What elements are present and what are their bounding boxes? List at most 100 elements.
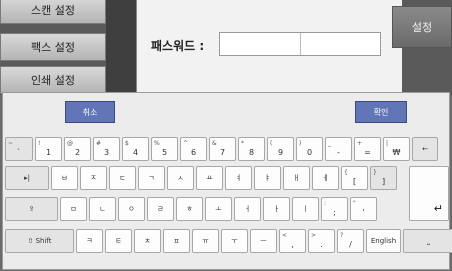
on-screen-keyboard: 취소 확인 ~ `! 1 @2 #3 $4% 5 ^ 6 & 7 * 8(9) 0 _ - + = | ₩ ← ▸| ㅂㅈ… <box>2 92 452 270</box>
key-c[interactable]: ㅊ <box>134 229 161 253</box>
key-j[interactable]: ㅓ <box>234 197 261 221</box>
key-6[interactable]: ^ 6 <box>180 137 207 161</box>
key-shift-label: > <box>311 232 317 239</box>
key-label: ㅣ <box>302 205 309 213</box>
key-s[interactable]: ㄴ <box>89 197 116 221</box>
key-label: ㅐ <box>293 174 300 182</box>
key-shift-label: } <box>373 169 377 176</box>
key-shift-label: @ <box>67 140 73 147</box>
enter-key[interactable]: ↵ <box>409 166 449 221</box>
key-label: ' <box>362 208 365 217</box>
key-v[interactable]: ㅍ <box>163 229 190 253</box>
key-label: ⇧ Shift <box>27 237 52 245</box>
key-shift-label: + <box>357 140 363 147</box>
key-won[interactable]: | ₩ <box>383 137 410 161</box>
key-label: 6 <box>190 148 197 157</box>
key-r[interactable]: ㄱ <box>138 166 165 190</box>
key-backquote[interactable]: ~ ` <box>5 137 33 161</box>
key-label: 0 <box>306 148 313 157</box>
key-tab[interactable]: ▸| <box>5 166 49 190</box>
key-label: ₩ <box>392 148 401 157</box>
key-label: ㅜ <box>231 237 238 245</box>
key-shift-label: ^ <box>183 140 189 147</box>
key-9[interactable]: (9 <box>267 137 294 161</box>
key-label: ` <box>17 148 21 157</box>
key-t[interactable]: ㅅ <box>167 166 194 190</box>
key-7[interactable]: & 7 <box>209 137 236 161</box>
key-o[interactable]: ㅐ <box>283 166 310 190</box>
key-shift[interactable]: ⇧ Shift <box>5 229 74 253</box>
key-5[interactable]: % 5 <box>151 137 178 161</box>
keyboard-row-2: ▸| ㅂ ㅈ ㄷ ㄱ ㅅ ㅛ ㅕ ㅑ ㅐ ㅔ{[}] <box>5 166 399 192</box>
key-y[interactable]: ㅛ <box>196 166 223 190</box>
key-z[interactable]: ㅋ <box>76 229 103 253</box>
key-label: ㅇ <box>128 205 135 213</box>
key-label: - <box>337 148 340 157</box>
key-h[interactable]: ㅗ <box>205 197 232 221</box>
key-label: ㄱ <box>148 174 155 182</box>
sidebar-item-scan-settings[interactable]: 스캔 설정 <box>0 0 106 24</box>
key-label: 7 <box>219 148 226 157</box>
key-label: 9 <box>277 148 284 157</box>
key-bracket-right[interactable]: }] <box>370 166 397 190</box>
enter-icon: ↵ <box>433 202 443 215</box>
settings-button[interactable]: 설정 <box>392 6 452 48</box>
key-2[interactable]: @2 <box>64 137 91 161</box>
key-u[interactable]: ㅕ <box>225 166 252 190</box>
key-language[interactable]: English <box>366 229 401 253</box>
key-space[interactable]: ⎵ <box>403 229 452 253</box>
key-label: ㅠ <box>202 237 209 245</box>
key-0[interactable]: ) 0 <box>296 137 323 161</box>
key-label: ⇪ <box>28 205 35 213</box>
key-label: / <box>349 240 352 249</box>
key-e[interactable]: ㄷ <box>109 166 136 190</box>
key-label: ; <box>333 208 336 217</box>
key-backspace[interactable]: ← <box>412 137 438 161</box>
sidebar-item-print-settings[interactable]: 인쇄 설정 <box>0 66 106 94</box>
key-shift-label: ? <box>340 232 344 239</box>
key-b[interactable]: ㅠ <box>192 229 219 253</box>
key-semicolon[interactable]: :; <box>321 197 348 221</box>
key-i[interactable]: ㅑ <box>254 166 281 190</box>
key-equals[interactable]: + = <box>354 137 381 161</box>
key-g[interactable]: ㅎ <box>176 197 203 221</box>
key-a[interactable]: ㅁ <box>60 197 87 221</box>
key-3[interactable]: #3 <box>93 137 120 161</box>
keyboard-row-1: ~ `! 1 @2 #3 $4% 5 ^ 6 & 7 * 8(9) 0 _ - + = | ₩ ← <box>5 137 440 163</box>
key-label: ㅈ <box>90 174 97 182</box>
key-label: ㅌ <box>115 237 122 245</box>
key-label: ㅅ <box>177 174 184 182</box>
key-l[interactable]: ㅣ <box>292 197 319 221</box>
key-q[interactable]: ㅂ <box>51 166 78 190</box>
key-x[interactable]: ㅌ <box>105 229 132 253</box>
key-minus[interactable]: _ - <box>325 137 352 161</box>
key-comma[interactable]: <, <box>279 229 306 253</box>
key-period[interactable]: >. <box>308 229 335 253</box>
cancel-button[interactable]: 취소 <box>65 101 115 123</box>
key-n[interactable]: ㅜ <box>221 229 248 253</box>
key-k[interactable]: ㅏ <box>263 197 290 221</box>
key-8[interactable]: * 8 <box>238 137 265 161</box>
key-slash[interactable]: ? / <box>337 229 364 253</box>
ok-button[interactable]: 확인 <box>355 101 407 123</box>
key-m[interactable]: ㅡ <box>250 229 277 253</box>
key-shift-label: { <box>344 169 348 176</box>
key-p[interactable]: ㅔ <box>312 166 339 190</box>
key-label: , <box>291 240 294 249</box>
keyboard-row-3: ⇪ ㅁㄴ ㅇ ㄹㅎ ㅗ ㅓ ㅏ ㅣ:; " ' <box>5 197 379 223</box>
key-quote[interactable]: " ' <box>350 197 377 221</box>
key-label: ㅕ <box>235 174 242 182</box>
key-d[interactable]: ㅇ <box>118 197 145 221</box>
sidebar-item-fax-settings[interactable]: 팩스 설정 <box>0 33 106 61</box>
key-bracket-left[interactable]: {[ <box>341 166 368 190</box>
key-4[interactable]: $4 <box>122 137 149 161</box>
key-w[interactable]: ㅈ <box>80 166 107 190</box>
password-input[interactable] <box>219 32 381 56</box>
key-label: ⎵ <box>427 236 430 245</box>
key-label: ㅓ <box>244 205 251 213</box>
key-label: ㅗ <box>215 205 222 213</box>
key-label: 8 <box>248 148 255 157</box>
key-caps-lock[interactable]: ⇪ <box>5 197 58 221</box>
key-f[interactable]: ㄹ <box>147 197 174 221</box>
key-1[interactable]: ! 1 <box>35 137 62 161</box>
